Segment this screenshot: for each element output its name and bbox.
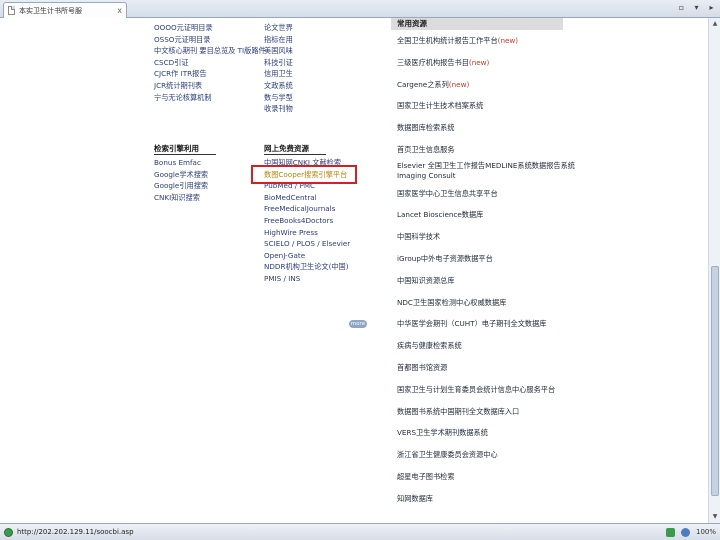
- more-button[interactable]: more: [349, 320, 367, 328]
- scroll-up-icon[interactable]: ▲: [711, 20, 719, 28]
- col2-link[interactable]: 信用卫生: [264, 68, 293, 80]
- home-icon[interactable]: ▫: [677, 3, 686, 12]
- free-resource-link[interactable]: FreeMedicalJournals: [264, 203, 350, 215]
- resource-link[interactable]: 中国科学技术: [391, 226, 708, 248]
- new-badge: (new): [497, 36, 519, 45]
- close-tab-icon[interactable]: x: [117, 6, 122, 15]
- scroll-thumb[interactable]: [711, 266, 719, 496]
- resource-link[interactable]: 中华医学会期刊（CUHT）电子期刊全文数据库: [391, 313, 708, 335]
- resource-link[interactable]: 数据图库检索系统: [391, 117, 708, 139]
- resource-link[interactable]: Cargene之系列(new): [391, 74, 708, 96]
- page-content: OOOO元证明目录 OSSO元证明目录 中文核心期刊 要目总览及 TI版路件 C…: [0, 18, 708, 523]
- page-icon: [8, 6, 15, 15]
- resource-link[interactable]: 疾病与健康检索系统: [391, 335, 708, 357]
- resource-link[interactable]: 国家卫生与计划生育委员会统计信息中心服务平台: [391, 379, 708, 401]
- search-engine-link[interactable]: Google学术搜索: [154, 169, 216, 181]
- common-resources-panel: 常用资源 全国卫生机构统计报告工作平台(new) 三级医疗机构报告书目(new)…: [391, 18, 708, 510]
- free-resource-link[interactable]: BioMedCentral: [264, 192, 350, 204]
- col2-link[interactable]: 论文世界: [264, 22, 293, 34]
- resource-link[interactable]: 首都图书馆资源: [391, 357, 708, 379]
- common-resources-heading: 常用资源: [391, 18, 563, 30]
- col1-link[interactable]: OOOO元证明目录: [154, 22, 266, 34]
- col2-link[interactable]: 科技引证: [264, 57, 293, 69]
- browser-tab[interactable]: 本实卫生计书所号服 x: [3, 2, 127, 18]
- status-bar: http://202.202.129.11/soocbi.asp 100%: [0, 523, 720, 540]
- feeds-icon[interactable]: ▾: [692, 3, 701, 12]
- col1-link[interactable]: JCR统计期刊表: [154, 80, 266, 92]
- resource-link[interactable]: Lancet Bioscience数据库: [391, 204, 708, 226]
- evaluation-links-column: 论文世界 指标在用 美国风味 科技引证 信用卫生 文政系统 数与学型 收录刊物: [264, 22, 293, 115]
- col2-link[interactable]: 文政系统: [264, 80, 293, 92]
- resource-link[interactable]: 全国卫生机构统计报告工作平台(new): [391, 30, 708, 52]
- free-resource-link[interactable]: NDDR机构卫生论文(中国): [264, 261, 350, 273]
- forward-icon[interactable]: ▸: [707, 3, 716, 12]
- new-badge: (new): [468, 57, 490, 67]
- highlight-box: [251, 165, 357, 184]
- resource-link[interactable]: 国家卫生计生技术档案系统: [391, 95, 708, 117]
- zoom-level[interactable]: 100%: [696, 528, 716, 536]
- zoom-icon[interactable]: [680, 527, 690, 537]
- col1-link[interactable]: 中文核心期刊 要目总览及 TI版路件: [154, 45, 266, 57]
- search-engines-column: 检索引擎利用 Bonus Emfac Google学术搜索 Google引用搜索…: [154, 143, 216, 203]
- resource-link[interactable]: Elsevier 全国卫生工作报告MEDLINE系统数据报告系统 Imaging …: [391, 161, 708, 183]
- internet-zone-icon: [4, 527, 13, 537]
- free-resource-link[interactable]: PMIS / INS: [264, 273, 350, 285]
- resource-link[interactable]: 三级医疗机构报告书目(new): [391, 52, 708, 74]
- search-engine-link[interactable]: Bonus Emfac: [154, 157, 216, 169]
- search-engine-link[interactable]: CNKI知识搜索: [154, 192, 216, 204]
- status-url: http://202.202.129.11/soocbi.asp: [17, 528, 134, 536]
- new-badge: (new): [448, 79, 470, 89]
- window-controls: ▫ ▾ ▸: [677, 3, 716, 12]
- resource-link[interactable]: 国家医学中心卫生信息共享平台: [391, 183, 708, 205]
- col1-link[interactable]: CSCD引证: [154, 57, 266, 69]
- status-right-icons: 100%: [665, 527, 716, 537]
- resource-link[interactable]: iGroup中外电子资源数据平台: [391, 248, 708, 270]
- download-icon[interactable]: [665, 527, 675, 537]
- resource-link[interactable]: 数据图书系统中国期刊全文数据库入口: [391, 401, 708, 423]
- col2-link[interactable]: 美国风味: [264, 45, 293, 57]
- tab-title: 本实卫生计书所号服: [19, 6, 82, 15]
- free-resource-link[interactable]: OpenJ-Gate: [264, 250, 350, 262]
- search-engines-heading: 检索引擎利用: [154, 143, 216, 155]
- free-resource-link[interactable]: SCIELO / PLOS / Elsevier: [264, 238, 350, 250]
- col2-link[interactable]: 指标在用: [264, 34, 293, 46]
- resource-link[interactable]: 超星电子图书检索: [391, 466, 708, 488]
- col1-link[interactable]: CJCR作 ITR报告: [154, 68, 266, 80]
- resource-link[interactable]: 浙江省卫生健康委员会资源中心: [391, 444, 708, 466]
- resource-link[interactable]: 中国知识资源总库: [391, 270, 708, 292]
- resource-link[interactable]: VERS卫生学术期刊数据系统: [391, 422, 708, 444]
- col1-link[interactable]: 宁与无论核算机制: [154, 92, 266, 104]
- resource-link[interactable]: NDC卫生国家检测中心权威数据库: [391, 292, 708, 314]
- col2-link[interactable]: 数与学型: [264, 92, 293, 104]
- col2-link[interactable]: 收录刊物: [264, 103, 293, 115]
- vertical-scrollbar[interactable]: ▲ ▼: [708, 18, 720, 523]
- free-resource-link[interactable]: FreeBooks4Doctors: [264, 215, 350, 227]
- tab-bar: 本实卫生计书所号服 x ▫ ▾ ▸: [0, 0, 720, 18]
- resource-link[interactable]: 知网数据库: [391, 488, 708, 510]
- search-engine-link[interactable]: Google引用搜索: [154, 180, 216, 192]
- free-resources-heading: 网上免费资源: [264, 143, 326, 155]
- evaluation-tools-column: OOOO元证明目录 OSSO元证明目录 中文核心期刊 要目总览及 TI版路件 C…: [154, 22, 266, 103]
- col1-link[interactable]: OSSO元证明目录: [154, 34, 266, 46]
- resource-link[interactable]: 首页卫生信息服务: [391, 139, 708, 161]
- scroll-down-icon[interactable]: ▼: [711, 513, 719, 521]
- free-resource-link[interactable]: HighWire Press: [264, 227, 350, 239]
